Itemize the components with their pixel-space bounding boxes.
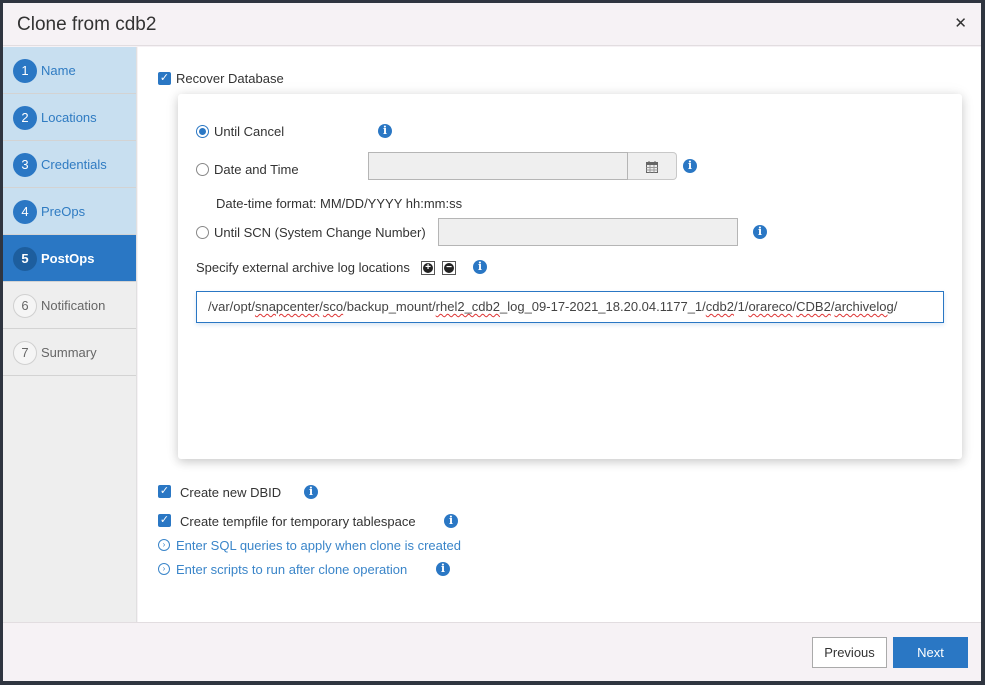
step-preops[interactable]: 4 PreOps	[3, 188, 136, 235]
info-icon[interactable]: i	[304, 485, 318, 499]
step-label: Credentials	[41, 157, 107, 172]
step-locations[interactable]: 2 Locations	[3, 94, 136, 141]
step-label: PreOps	[41, 204, 86, 219]
step-number: 5	[13, 247, 37, 271]
create-tempfile-checkbox[interactable]: ✓	[158, 514, 171, 527]
date-time-label: Date and Time	[214, 162, 299, 177]
scripts-link[interactable]: Enter scripts to run after clone operati…	[176, 562, 407, 577]
create-dbid-checkbox[interactable]: ✓	[158, 485, 171, 498]
recover-database-checkbox[interactable]: ✓	[158, 72, 171, 85]
info-icon[interactable]: i	[444, 514, 458, 528]
sql-queries-link[interactable]: Enter SQL queries to apply when clone is…	[176, 538, 461, 553]
remove-location-button[interactable]: −	[442, 261, 456, 275]
step-label: Locations	[41, 110, 97, 125]
archive-log-path-input[interactable]: /var/opt/snapcenter / sco/backup_mount/rhe…	[196, 291, 944, 323]
until-scn-radio[interactable]	[196, 226, 209, 239]
until-cancel-label: Until Cancel	[214, 124, 285, 139]
step-number: 3	[13, 153, 37, 177]
step-number: 6	[13, 294, 37, 318]
info-icon[interactable]: i	[753, 225, 767, 239]
date-time-radio[interactable]	[196, 163, 209, 176]
path-segment: /1/	[733, 299, 749, 314]
minus-icon: −	[444, 263, 454, 273]
scn-input[interactable]	[438, 218, 738, 246]
expand-chevron-icon: ›	[158, 563, 170, 575]
recover-database-label: Recover Database	[176, 71, 284, 86]
path-segment: archivelog	[834, 299, 894, 314]
previous-button[interactable]: Previous	[812, 637, 887, 668]
until-scn-label: Until SCN (System Change Number)	[214, 225, 426, 240]
step-number: 7	[13, 341, 37, 365]
calendar-button[interactable]	[628, 152, 677, 180]
add-location-button[interactable]: +	[421, 261, 435, 275]
date-time-format-hint: Date-time format: MM/DD/YYYY hh:mm:ss	[216, 196, 463, 211]
path-segment: snapcenter	[254, 299, 320, 314]
step-number: 1	[13, 59, 37, 83]
expand-chevron-icon: ›	[158, 539, 170, 551]
step-name[interactable]: 1 Name	[3, 47, 136, 94]
info-icon[interactable]: i	[436, 562, 450, 576]
step-label: Notification	[41, 298, 106, 313]
path-segment: rhel2_cdb2	[435, 299, 500, 314]
until-cancel-radio[interactable]	[196, 125, 209, 138]
dialog-footer: Previous Next	[3, 622, 981, 681]
step-notification[interactable]: 6 Notification	[3, 282, 136, 329]
dialog-title: Clone from cdb2	[17, 14, 157, 35]
path-segment: _log_09-17-2021_18.20.04.1177_1/	[500, 299, 706, 314]
info-icon[interactable]: i	[378, 124, 392, 138]
path-segment: cdb2	[705, 299, 734, 314]
path-segment: /	[893, 299, 898, 314]
next-button[interactable]: Next	[893, 637, 968, 668]
step-number: 4	[13, 200, 37, 224]
step-postops[interactable]: 5 PostOps	[3, 235, 136, 282]
create-tempfile-label: Create tempfile for temporary tablespace	[180, 514, 416, 529]
path-segment: /var/opt/	[208, 299, 255, 314]
create-dbid-label: Create new DBID	[180, 485, 282, 500]
plus-icon: +	[423, 263, 433, 273]
archive-log-locations-label: Specify external archive log locations	[196, 260, 410, 275]
close-icon[interactable]: ✕	[954, 14, 967, 32]
step-label: Name	[41, 63, 76, 78]
step-number: 2	[13, 106, 37, 130]
dialog-titlebar: Clone from cdb2 ✕	[3, 3, 981, 46]
step-credentials[interactable]: 3 Credentials	[3, 141, 136, 188]
clone-dialog: Clone from cdb2 ✕ 1 Name 2 Locations 3 C…	[3, 3, 981, 681]
recovery-options-panel: Until Cancel i Date and Time i Date-time	[178, 94, 962, 459]
path-segment: orareco	[748, 299, 793, 314]
postops-content: ✓ Recover Database Until Cancel i Date a…	[138, 47, 981, 622]
info-icon[interactable]: i	[683, 159, 697, 173]
step-label: Summary	[41, 345, 97, 360]
step-summary[interactable]: 7 Summary	[3, 329, 136, 376]
path-segment: CDB2	[796, 299, 831, 314]
info-icon[interactable]: i	[473, 260, 487, 274]
step-label: PostOps	[41, 251, 95, 266]
wizard-steps: 1 Name 2 Locations 3 Credentials 4 PreOp…	[3, 47, 137, 622]
path-segment: sco	[322, 299, 344, 314]
path-segment: /backup_mount/	[343, 299, 436, 314]
date-time-input[interactable]	[368, 152, 628, 180]
calendar-icon	[646, 161, 658, 173]
